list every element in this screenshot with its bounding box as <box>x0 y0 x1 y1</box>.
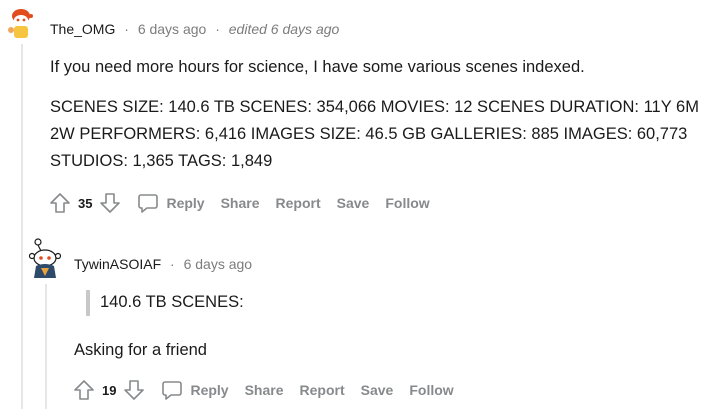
avatar-the-omg[interactable] <box>3 6 39 42</box>
comment-meta: TywinASOIAF · 6 days ago <box>74 256 252 272</box>
timestamp[interactable]: 6 days ago <box>184 256 253 272</box>
comment-stats-line: 2W PERFORMERS: 6,416 IMAGES SIZE: 46.5 G… <box>50 125 688 143</box>
vote-group: 19 <box>72 378 146 402</box>
share-button[interactable]: Share <box>221 195 260 211</box>
downvote-arrow-icon[interactable] <box>98 191 122 215</box>
comment-bubble-icon <box>162 381 183 400</box>
quoted-text: 140.6 TB SCENES: <box>100 293 244 311</box>
upvote-arrow-icon[interactable] <box>48 191 72 215</box>
comment-stats-line: STUDIOS: 1,365 TAGS: 1,849 <box>50 152 273 170</box>
separator-dot: · <box>124 21 129 37</box>
edited-timestamp: edited 6 days ago <box>228 21 340 37</box>
reply-label: Reply <box>166 195 205 211</box>
username[interactable]: The_OMG <box>50 21 115 37</box>
report-button[interactable]: Report <box>276 195 321 211</box>
save-button[interactable]: Save <box>337 195 370 211</box>
avatar-tywinasoiaf[interactable] <box>27 238 63 280</box>
thread-line-main[interactable] <box>21 44 23 409</box>
vote-group: 35 <box>48 191 122 215</box>
save-button[interactable]: Save <box>361 382 394 398</box>
follow-button[interactable]: Follow <box>385 195 429 211</box>
username[interactable]: TywinASOIAF <box>74 256 161 272</box>
blockquote: 140.6 TB SCENES: <box>86 290 244 316</box>
snoo-avatar-icon <box>28 238 62 278</box>
separator-dot: · <box>215 21 220 37</box>
vote-count: 35 <box>78 195 93 211</box>
reply-button[interactable]: Reply <box>160 378 229 402</box>
report-button[interactable]: Report <box>300 382 345 398</box>
share-button[interactable]: Share <box>245 382 284 398</box>
comment-paragraph: Asking for a friend <box>74 341 207 359</box>
thread-line-reply[interactable] <box>45 284 47 409</box>
comment-stats-line: SCENES SIZE: 140.6 TB SCENES: 354,066 MO… <box>50 98 699 116</box>
comment-bubble-icon <box>138 194 159 213</box>
follow-button[interactable]: Follow <box>409 382 453 398</box>
separator-dot: · <box>170 256 175 272</box>
comment-actions: 35 Reply Share Report Save Follow <box>48 190 430 216</box>
comment-paragraph: If you need more hours for science, I ha… <box>50 58 585 76</box>
vote-count: 19 <box>102 382 117 398</box>
downvote-arrow-icon[interactable] <box>122 378 146 402</box>
reply-label: Reply <box>190 382 229 398</box>
reply-button[interactable]: Reply <box>136 191 205 215</box>
comment-meta: The_OMG · 6 days ago · edited 6 days ago <box>50 21 339 37</box>
upvote-arrow-icon[interactable] <box>72 378 96 402</box>
snoo-avatar-icon <box>3 6 39 42</box>
timestamp[interactable]: 6 days ago <box>138 21 207 37</box>
comment-actions: 19 Reply Share Report Save Follow <box>72 377 454 403</box>
